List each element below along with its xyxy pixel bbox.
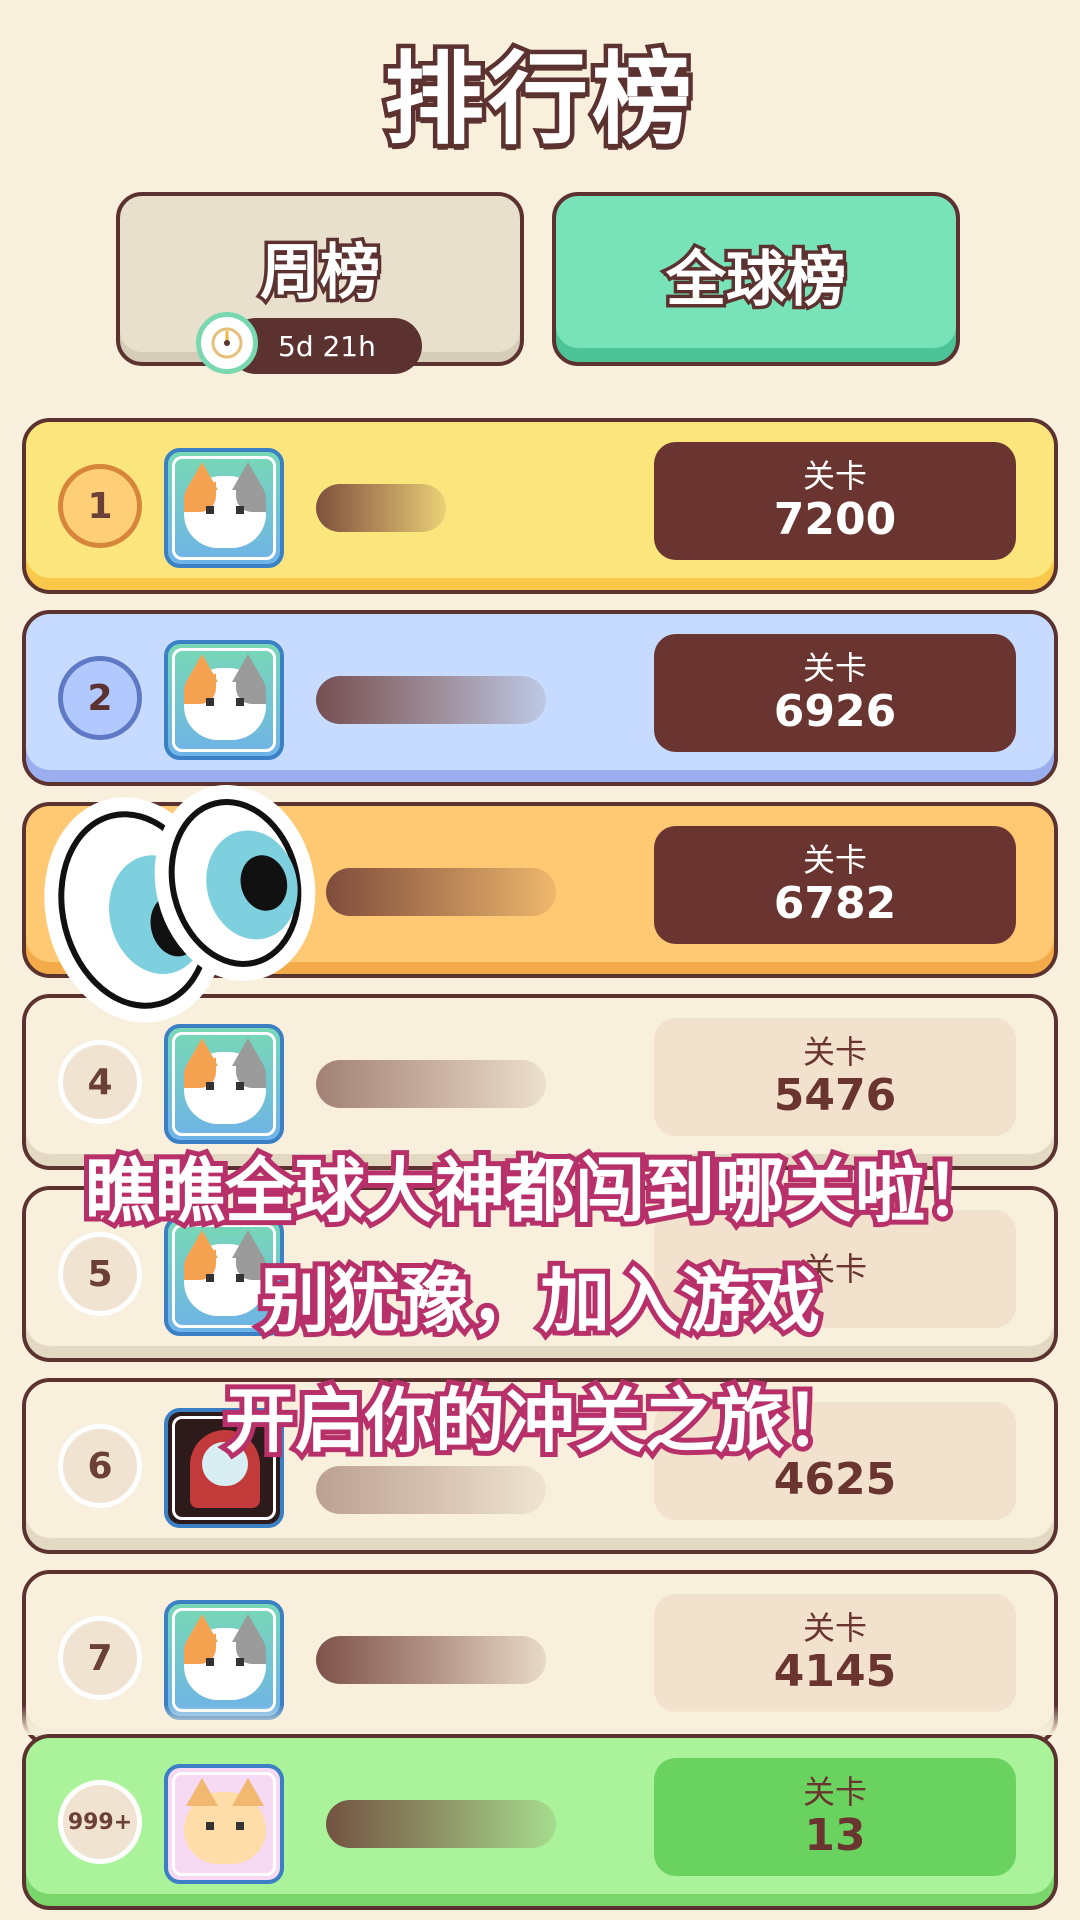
my-rank-row[interactable]: 999+ 关卡 13 [22, 1734, 1058, 1910]
leaderboard-row-2[interactable]: 2 关卡 6926 [22, 610, 1058, 786]
score-label: 关卡 [802, 649, 867, 687]
score-box: 关卡 4145 [654, 1594, 1016, 1712]
score-box: 关卡 7200 [654, 442, 1016, 560]
promo-line-2: 别犹豫，加入游戏 [255, 1255, 825, 1347]
promo-line-1: 瞧瞧全球大神都闯到哪关啦！ [80, 1145, 1000, 1237]
avatar [164, 1024, 284, 1144]
avatar [164, 1600, 284, 1720]
score-label: 关卡 [802, 1609, 867, 1647]
score-label: 关卡 [802, 1033, 867, 1071]
rank-badge: 7 [58, 1616, 142, 1700]
rank-badge: 4 [58, 1040, 142, 1124]
score-label: 关卡 [802, 1773, 867, 1811]
rank-badge: 2 [58, 656, 142, 740]
promo-line-3: 开启你的冲关之旅！ [220, 1375, 860, 1467]
score-value: 13 [804, 1810, 866, 1861]
score-value: 4145 [773, 1646, 897, 1697]
player-name-redacted [316, 1060, 546, 1108]
tab-weekly[interactable]: 周榜 5d 21h [116, 192, 524, 374]
avatar [164, 1764, 284, 1884]
player-name-redacted [316, 1466, 546, 1514]
score-box: 关卡 6782 [654, 826, 1016, 944]
clock-icon [196, 312, 258, 374]
avatar [164, 640, 284, 760]
score-label: 关卡 [802, 457, 867, 495]
score-value: 6782 [773, 878, 897, 929]
player-name-redacted [316, 484, 446, 532]
tab-global[interactable]: 全球榜 [552, 192, 960, 366]
score-value: 6926 [773, 686, 897, 737]
score-value: 7200 [773, 494, 897, 545]
score-label: 关卡 [802, 841, 867, 879]
weekly-timer: 5d 21h [196, 312, 422, 374]
score-box: 关卡 6926 [654, 634, 1016, 752]
score-box: 关卡 5476 [654, 1018, 1016, 1136]
rank-badge: 999+ [58, 1780, 142, 1864]
score-box: 关卡 13 [654, 1758, 1016, 1876]
rank-badge: 1 [58, 464, 142, 548]
player-name-redacted [326, 868, 556, 916]
score-value: 5476 [773, 1070, 897, 1121]
player-name-redacted [326, 1800, 556, 1848]
cartoon-eyes-sticker [38, 784, 319, 1026]
player-name-redacted [316, 1636, 546, 1684]
avatar [164, 448, 284, 568]
leaderboard-row-1[interactable]: 1 关卡 7200 [22, 418, 1058, 594]
tab-global-label: 全球榜 [663, 241, 850, 318]
weekly-timer-text: 5d 21h [278, 329, 376, 363]
player-name-redacted [316, 676, 546, 724]
page-title: 排行榜 [380, 37, 697, 163]
tab-weekly-label: 周榜 [257, 234, 384, 311]
